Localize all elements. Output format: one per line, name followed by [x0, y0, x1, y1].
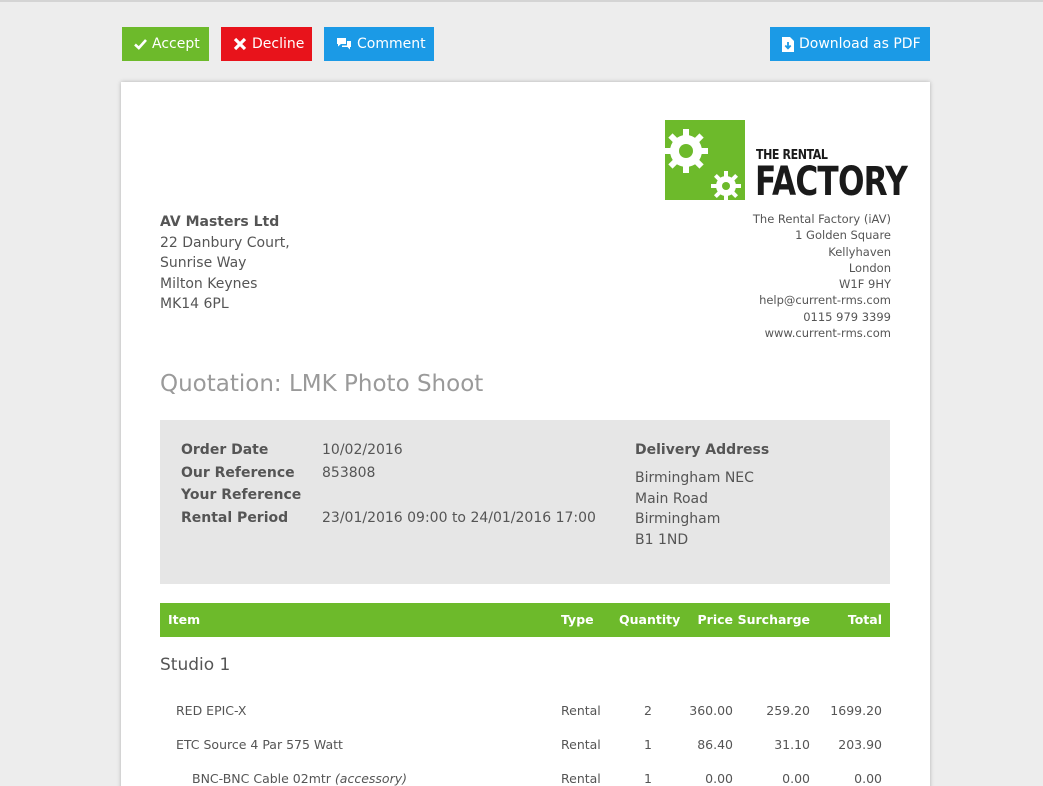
row-type: Rental — [561, 703, 601, 718]
company-address-line: Kellyhaven — [828, 244, 891, 259]
column-header-type: Type — [561, 612, 594, 627]
order-date-label: Order Date — [181, 442, 269, 458]
company-address-line: London — [848, 260, 891, 275]
column-header-item: Item — [168, 612, 201, 627]
decline-button[interactable]: Decline — [221, 27, 312, 61]
close-icon — [233, 37, 247, 51]
client-address-line: Milton Keynes — [160, 275, 258, 292]
client-address-line: Sunrise Way — [160, 255, 247, 271]
row-type: Rental — [561, 771, 601, 786]
company-name: The Rental Factory (iAV) — [752, 212, 891, 226]
row-item-suffix: (accessory) — [334, 771, 407, 786]
row-total: 0.00 — [854, 771, 882, 786]
page-title: Quotation: LMK Photo Shoot — [160, 371, 484, 397]
delivery-address: Delivery Address Birmingham NEC Main Roa… — [635, 442, 769, 550]
row-type: Rental — [561, 737, 601, 752]
gear-logo-icon — [664, 120, 745, 201]
row-item: ETC Source 4 Par 575 Watt — [176, 737, 343, 752]
comment-label: Comment — [357, 36, 426, 52]
your-reference-label: Your Reference — [181, 487, 302, 503]
row-item: RED EPIC-X — [176, 703, 247, 718]
row-quantity: 2 — [644, 703, 652, 718]
rental-period-value: 23/01/2016 09:00 to 24/01/2016 17:00 — [322, 509, 596, 526]
company-email: help@current-rms.com — [759, 293, 891, 308]
client-address-line: 22 Danbury Court, — [160, 234, 290, 251]
row-item: BNC-BNC Cable 02mtr (accessory) — [192, 771, 407, 786]
delivery-address-line: Main Road — [635, 490, 709, 507]
row-surcharge: 31.10 — [774, 737, 810, 752]
client-address-line: MK14 6PL — [160, 296, 229, 312]
accept-label: Accept — [152, 36, 200, 52]
quotation-document: THE RENTAL FACTORY AV Masters Ltd 22 Dan… — [121, 82, 930, 786]
row-quantity: 1 — [644, 771, 652, 786]
order-info-panel: Order Date 10/02/2016 Our Reference 8538… — [160, 420, 890, 584]
column-header-price: Price — [697, 612, 734, 627]
row-price: 86.40 — [697, 737, 733, 752]
row-price: 0.00 — [705, 771, 733, 786]
check-icon — [134, 38, 147, 50]
row-total: 1699.20 — [830, 703, 882, 718]
our-reference-value: 853808 — [322, 464, 376, 481]
action-toolbar: Accept Decline Comment Download as PDF — [0, 27, 1043, 63]
delivery-address-line: Birmingham — [635, 511, 721, 527]
column-header-quantity: Quantity — [619, 612, 681, 627]
row-price: 360.00 — [689, 703, 733, 718]
company-phone: 0115 979 3399 — [803, 309, 891, 324]
delivery-address-title: Delivery Address — [635, 442, 770, 458]
row-item-name: BNC-BNC Cable 02mtr — [192, 771, 331, 786]
accept-button[interactable]: Accept — [122, 27, 209, 61]
delivery-address-line: B1 1ND — [635, 531, 689, 548]
company-address: The Rental Factory (iAV) 1 Golden Square… — [753, 211, 891, 341]
file-download-icon — [782, 36, 794, 52]
company-address-line: W1F 9HY — [839, 277, 891, 292]
section-title: Studio 1 — [160, 655, 231, 675]
comments-icon — [336, 37, 352, 51]
row-quantity: 1 — [644, 737, 652, 752]
rental-period-label: Rental Period — [181, 509, 289, 526]
client-name: AV Masters Ltd — [160, 214, 280, 230]
company-website: www.current-rms.com — [764, 326, 891, 341]
company-logo: THE RENTAL FACTORY — [664, 120, 908, 204]
client-address: AV Masters Ltd 22 Danbury Court, Sunrise… — [160, 212, 290, 315]
logo-text-big: FACTORY — [755, 159, 908, 205]
decline-label: Decline — [252, 36, 305, 52]
items-table-header: Item Type Quantity Price Surcharge Total — [160, 603, 890, 637]
row-total: 203.90 — [838, 737, 882, 752]
download-pdf-label: Download as PDF — [799, 36, 921, 52]
comment-button[interactable]: Comment — [324, 27, 434, 61]
row-surcharge: 259.20 — [766, 703, 810, 718]
table-row: ETC Source 4 Par 575 Watt Rental 1 86.40… — [160, 737, 890, 757]
company-address-line: 1 Golden Square — [795, 228, 891, 243]
our-reference-label: Our Reference — [181, 464, 295, 481]
delivery-address-line: Birmingham NEC — [635, 470, 754, 486]
column-header-total: Total — [847, 612, 882, 627]
table-row: BNC-BNC Cable 02mtr (accessory) Rental 1… — [160, 771, 890, 786]
column-header-surcharge: Surcharge — [737, 612, 810, 627]
download-pdf-button[interactable]: Download as PDF — [770, 27, 930, 61]
order-date-value: 10/02/2016 — [322, 442, 403, 458]
table-row: RED EPIC-X Rental 2 360.00 259.20 1699.2… — [160, 703, 890, 723]
row-surcharge: 0.00 — [782, 771, 810, 786]
